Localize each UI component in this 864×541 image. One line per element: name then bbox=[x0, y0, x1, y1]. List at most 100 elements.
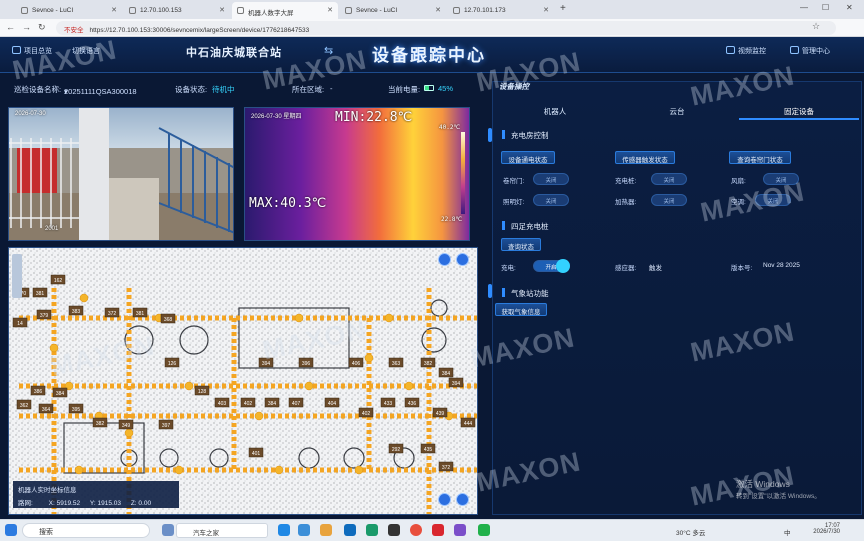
ime-indicator[interactable]: 中 bbox=[784, 527, 791, 537]
map-marker[interactable]: 384 bbox=[264, 397, 280, 408]
back-icon[interactable]: ← bbox=[6, 22, 15, 32]
bookmark-star-icon[interactable]: ☆ bbox=[812, 21, 820, 32]
map-marker[interactable]: 386 bbox=[30, 385, 46, 396]
map-marker[interactable]: 394 bbox=[448, 377, 464, 388]
close-tab-icon[interactable]: ✕ bbox=[327, 6, 333, 14]
task-view-icon[interactable] bbox=[162, 524, 174, 536]
switch-language-button[interactable]: 切换语言 bbox=[72, 46, 100, 56]
map-marker[interactable]: 384 bbox=[438, 367, 454, 378]
tab-ptz[interactable]: 云台 bbox=[617, 106, 737, 120]
map-edit-icon[interactable] bbox=[438, 493, 451, 506]
video-monitor-button[interactable]: 视频监控 bbox=[726, 46, 766, 56]
sensor-status-button[interactable]: 传感器触发状态 bbox=[615, 151, 675, 164]
forward-icon[interactable]: → bbox=[22, 22, 31, 32]
station-name[interactable]: 中石油庆城联合站 bbox=[186, 44, 282, 60]
map-marker[interactable]: 406 bbox=[348, 357, 364, 368]
map-marker[interactable]: 292 bbox=[388, 443, 404, 454]
map-marker[interactable]: 444 bbox=[460, 417, 476, 428]
map-marker[interactable]: 397 bbox=[158, 419, 174, 430]
map-sound-icon[interactable] bbox=[456, 493, 469, 506]
map-marker[interactable]: 383 bbox=[68, 305, 84, 316]
map-marker[interactable]: 403 bbox=[214, 397, 230, 408]
map-zoom-toolbar[interactable] bbox=[12, 254, 22, 298]
project-overview-button[interactable]: 项目总览 bbox=[12, 46, 52, 56]
map-marker[interactable]: 402 bbox=[358, 407, 374, 418]
point-cloud-map[interactable]: 370 381 162 14 379 383 372 381 368 126 394 396 406 36… bbox=[8, 247, 478, 515]
map-marker[interactable]: 364 bbox=[38, 403, 54, 414]
map-marker[interactable]: 394 bbox=[258, 357, 274, 368]
shutter-status-button[interactable]: 查询卷帘门状态 bbox=[729, 151, 791, 164]
map-marker[interactable]: 384 bbox=[52, 387, 68, 398]
browser-tab-5[interactable]: 12.70.101.173 ✕ bbox=[448, 2, 554, 19]
map-marker[interactable]: 396 bbox=[298, 357, 314, 368]
map-marker[interactable]: 433 bbox=[380, 397, 396, 408]
map-marker[interactable]: 372 bbox=[104, 307, 120, 318]
map-marker[interactable]: 381 bbox=[32, 287, 48, 298]
browser-tab-3[interactable]: 机器人数字大屏 ✕ bbox=[232, 2, 338, 19]
terminal-icon[interactable] bbox=[388, 524, 400, 536]
map-marker[interactable]: 126 bbox=[164, 357, 180, 368]
tab-fixed-device[interactable]: 固定设备 bbox=[739, 106, 859, 120]
map-marker[interactable]: 381 bbox=[132, 307, 148, 318]
fan-toggle[interactable]: 关闭 bbox=[763, 173, 799, 185]
map-marker[interactable]: 401 bbox=[248, 447, 264, 458]
file-explorer-icon[interactable] bbox=[278, 524, 290, 536]
wechat-icon[interactable] bbox=[478, 524, 490, 536]
insecure-label[interactable]: 不安全 bbox=[64, 27, 84, 34]
section-collapse-icon[interactable] bbox=[488, 284, 492, 298]
thermal-camera-feed[interactable]: 2026-07-30 星期四 MIN:22.8℃ MAX:40.3℃ 40.2℃… bbox=[244, 107, 470, 241]
maximize-window-icon[interactable]: ☐ bbox=[822, 3, 829, 12]
new-tab-button[interactable]: + bbox=[560, 3, 566, 14]
swap-station-icon[interactable]: ⇆ bbox=[324, 44, 333, 57]
map-marker[interactable]: 362 bbox=[16, 399, 32, 410]
app-icon[interactable] bbox=[454, 524, 466, 536]
taskbar-news-widget[interactable]: 汽车之家 bbox=[176, 523, 268, 538]
charge-toggle[interactable]: 开启 bbox=[533, 259, 570, 273]
start-icon[interactable] bbox=[5, 524, 17, 536]
map-marker[interactable]: 14 bbox=[12, 317, 28, 328]
browser-tab-2[interactable]: 12.70.100.153 ✕ bbox=[124, 2, 230, 19]
map-marker[interactable]: 407 bbox=[288, 397, 304, 408]
map-marker[interactable]: 363 bbox=[388, 357, 404, 368]
lighting-toggle[interactable]: 关闭 bbox=[533, 194, 569, 206]
close-window-icon[interactable]: ✕ bbox=[846, 3, 853, 12]
wps-icon[interactable] bbox=[432, 524, 444, 536]
map-marker[interactable]: 439 bbox=[432, 407, 448, 418]
map-marker[interactable]: 128 bbox=[194, 385, 210, 396]
map-marker[interactable]: 395 bbox=[68, 403, 84, 414]
charging-pile-toggle[interactable]: 关闭 bbox=[651, 173, 687, 185]
minimize-window-icon[interactable]: — bbox=[800, 3, 808, 12]
visible-camera-feed[interactable]: 2026-07-30 2001 bbox=[8, 107, 234, 241]
map-marker[interactable]: 382 bbox=[420, 357, 436, 368]
map-marker[interactable]: 162 bbox=[50, 274, 66, 285]
close-tab-icon[interactable]: ✕ bbox=[543, 6, 549, 14]
close-tab-icon[interactable]: ✕ bbox=[111, 6, 117, 14]
taskbar-search[interactable]: 搜索 bbox=[22, 523, 150, 538]
chrome-icon[interactable] bbox=[410, 524, 422, 536]
map-marker[interactable]: 372 bbox=[438, 461, 454, 472]
get-weather-button[interactable]: 获取气象信息 bbox=[495, 303, 547, 316]
section-collapse-icon[interactable] bbox=[488, 128, 492, 142]
heater-toggle[interactable]: 关闭 bbox=[651, 194, 687, 206]
map-marker[interactable]: 436 bbox=[404, 397, 420, 408]
browser-tab-1[interactable]: Sevnce - LuCI ✕ bbox=[16, 2, 122, 19]
map-fullscreen-icon[interactable] bbox=[456, 253, 469, 266]
shutter-door-toggle[interactable]: 关闭 bbox=[533, 173, 569, 185]
store-icon[interactable] bbox=[344, 524, 356, 536]
management-center-button[interactable]: 管理中心 bbox=[790, 46, 830, 56]
query-status-button[interactable]: 查询状态 bbox=[501, 238, 541, 251]
map-marker[interactable]: 402 bbox=[240, 397, 256, 408]
close-tab-icon[interactable]: ✕ bbox=[219, 6, 225, 14]
map-marker[interactable]: 368 bbox=[160, 313, 176, 324]
taskbar-weather[interactable]: 30°C 多云 bbox=[676, 527, 705, 537]
close-tab-icon[interactable]: ✕ bbox=[435, 6, 441, 14]
air-conditioner-toggle[interactable]: 关闭 bbox=[755, 194, 791, 206]
power-status-button[interactable]: 设备通电状态 bbox=[501, 151, 555, 164]
taskbar-clock[interactable]: 17:07 2026/7/30 bbox=[806, 523, 840, 535]
map-marker[interactable]: 404 bbox=[324, 397, 340, 408]
reload-icon[interactable]: ↻ bbox=[38, 22, 46, 33]
browser-tab-4[interactable]: Sevnce - LuCI ✕ bbox=[340, 2, 446, 19]
mail-icon[interactable] bbox=[298, 524, 310, 536]
map-marker[interactable]: 382 bbox=[92, 417, 108, 428]
map-heart-icon[interactable] bbox=[438, 253, 451, 266]
